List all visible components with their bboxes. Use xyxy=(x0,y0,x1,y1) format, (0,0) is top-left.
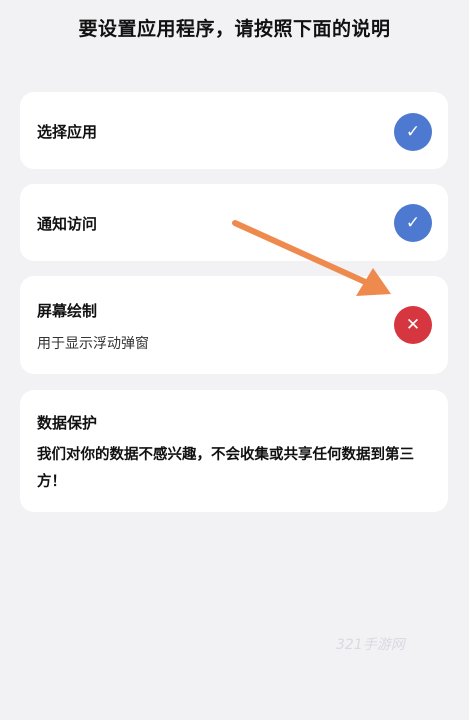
watermark: 321手游网 xyxy=(336,637,405,653)
pointer-arrow-icon xyxy=(232,220,391,296)
